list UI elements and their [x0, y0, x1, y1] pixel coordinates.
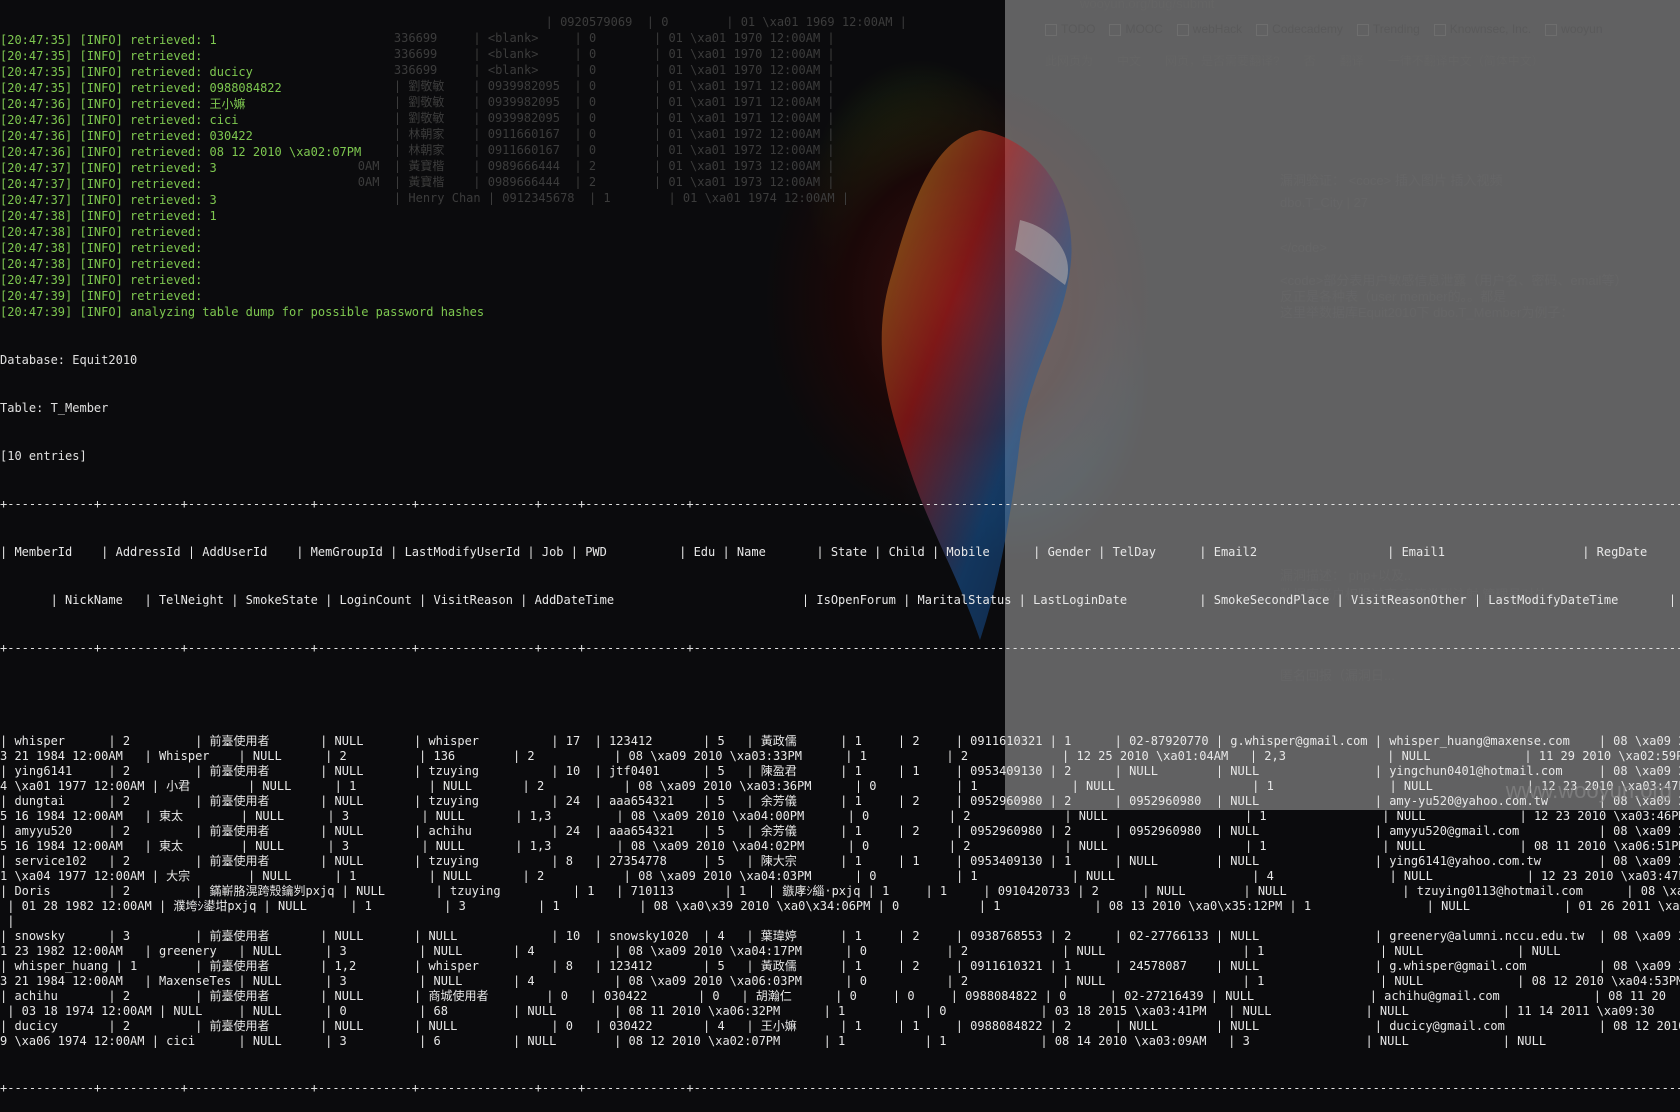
- log-line: [20:47:39] [INFO] analyzing table dump f…: [0, 305, 485, 319]
- log-line: [20:47:35] [INFO] retrieved:: [0, 49, 210, 63]
- table-row: 1 \xa04 1977 12:00AM | 大宗 | NULL | 1 | N…: [0, 869, 1680, 883]
- log-line: [20:47:36] [INFO] retrieved: 030422: [0, 129, 253, 143]
- table-row: | service102 | 2 | 前臺使用者 | NULL | tzuyin…: [0, 854, 1680, 868]
- table-header-border: +------------+-----------+--------------…: [0, 641, 1680, 655]
- table-row: 1 23 1982 12:00AM | greenery | NULL | 3 …: [0, 944, 1561, 958]
- log-line: [20:47:39] [INFO] retrieved:: [0, 273, 210, 287]
- table-row: |: [0, 914, 15, 928]
- log-line: [20:47:37] [INFO] retrieved:: [0, 177, 210, 191]
- log-line: [20:47:37] [INFO] retrieved: 3: [0, 193, 217, 207]
- table-row: 5 16 1984 12:00AM | 東太 | NULL | 3 | NULL…: [0, 839, 1680, 853]
- table-row: | ying6141 | 2 | 前臺使用者 | NULL | tzuying …: [0, 764, 1680, 778]
- log-line: [20:47:37] [INFO] retrieved: 3: [0, 161, 217, 175]
- table-header-row-2: | NickName | TelNeight | SmokeState | Lo…: [0, 593, 1680, 607]
- log-line: [20:47:38] [INFO] retrieved:: [0, 241, 210, 255]
- log-line: [20:47:38] [INFO] retrieved:: [0, 225, 210, 239]
- table-row: | amyyu520 | 2 | 前臺使用者 | NULL | achihu |…: [0, 824, 1680, 838]
- log-line: [20:47:39] [INFO] retrieved:: [0, 289, 210, 303]
- table-row: | snowsky | 3 | 前臺使用者 | NULL | NULL | 10…: [0, 929, 1680, 943]
- sqlmap-log-output: [20:47:35] [INFO] retrieved: 1 [20:47:35]…: [0, 32, 1680, 320]
- database-label: Database: Equit2010: [0, 353, 138, 367]
- table-row: | achihu | 2 | 前臺使用者 | NULL | 商城使用者 | 0 …: [0, 989, 1666, 1003]
- table-row: 5 16 1984 12:00AM | 東太 | NULL | 3 | NULL…: [0, 809, 1680, 823]
- table-row: 4 \xa01 1977 12:00AM | 小君 | NULL | 1 | N…: [0, 779, 1680, 793]
- table-row: | whisper_huang | 1 | 前臺使用者 | 1,2 | whis…: [0, 959, 1680, 973]
- table-row: | ducicy | 2 | 前臺使用者 | NULL | NULL | 0 |…: [0, 1019, 1680, 1033]
- entries-count: [10 entries]: [0, 449, 87, 463]
- table-label: Table: T_Member: [0, 401, 109, 415]
- table-row: | Doris | 2 | 鏋嶄胳滉跨殼鑰刿pxjq | NULL | tzuy…: [0, 884, 1680, 898]
- table-row: 9 \xa06 1974 12:00AM | cici | NULL | 3 |…: [0, 1034, 1547, 1048]
- table-bottom-border: +------------+-----------+--------------…: [0, 1081, 1680, 1095]
- table-row: | 01 28 1982 12:00AM | 濮垮ｼ鍙坩pxjq | NULL …: [0, 899, 1680, 913]
- log-line: [20:47:38] [INFO] retrieved:: [0, 257, 210, 271]
- log-line: [20:47:38] [INFO] retrieved: 1: [0, 209, 217, 223]
- table-body: | whisper | 2 | 前臺使用者 | NULL | whisper |…: [0, 733, 1680, 1048]
- table-row: 3 21 1984 12:00AM | Whisper | NULL | 2 |…: [0, 749, 1680, 763]
- table-row: 3 21 1984 12:00AM | MaxenseTes | NULL | …: [0, 974, 1680, 988]
- table-top-border: +------------+-----------+--------------…: [0, 497, 1680, 511]
- log-line: [20:47:35] [INFO] retrieved: 0988084822: [0, 81, 282, 95]
- log-line: [20:47:35] [INFO] retrieved: 1: [0, 33, 217, 47]
- wooyun-watermark: www.wooyun.org: [1505, 778, 1672, 803]
- table-header-row-1: | MemberId | AddressId | AddUserId | Mem…: [0, 545, 1680, 559]
- table-row: | whisper | 2 | 前臺使用者 | NULL | whisper |…: [0, 734, 1680, 748]
- log-line: [20:47:36] [INFO] retrieved: cici: [0, 113, 239, 127]
- log-line: [20:47:36] [INFO] retrieved: 08 12 2010 …: [0, 145, 362, 159]
- terminal-window[interactable]: [20:47:35] [INFO] retrieved: 1 [20:47:35]…: [0, 0, 1680, 1095]
- table-row: | dungtai | 2 | 前臺使用者 | NULL | tzuying |…: [0, 794, 1680, 808]
- log-line: [20:47:35] [INFO] retrieved: ducicy: [0, 65, 253, 79]
- log-line: [20:47:36] [INFO] retrieved: 王小嫲: [0, 97, 246, 111]
- table-row: | 03 18 1974 12:00AM | NULL | NULL | 0 |…: [0, 1004, 1655, 1018]
